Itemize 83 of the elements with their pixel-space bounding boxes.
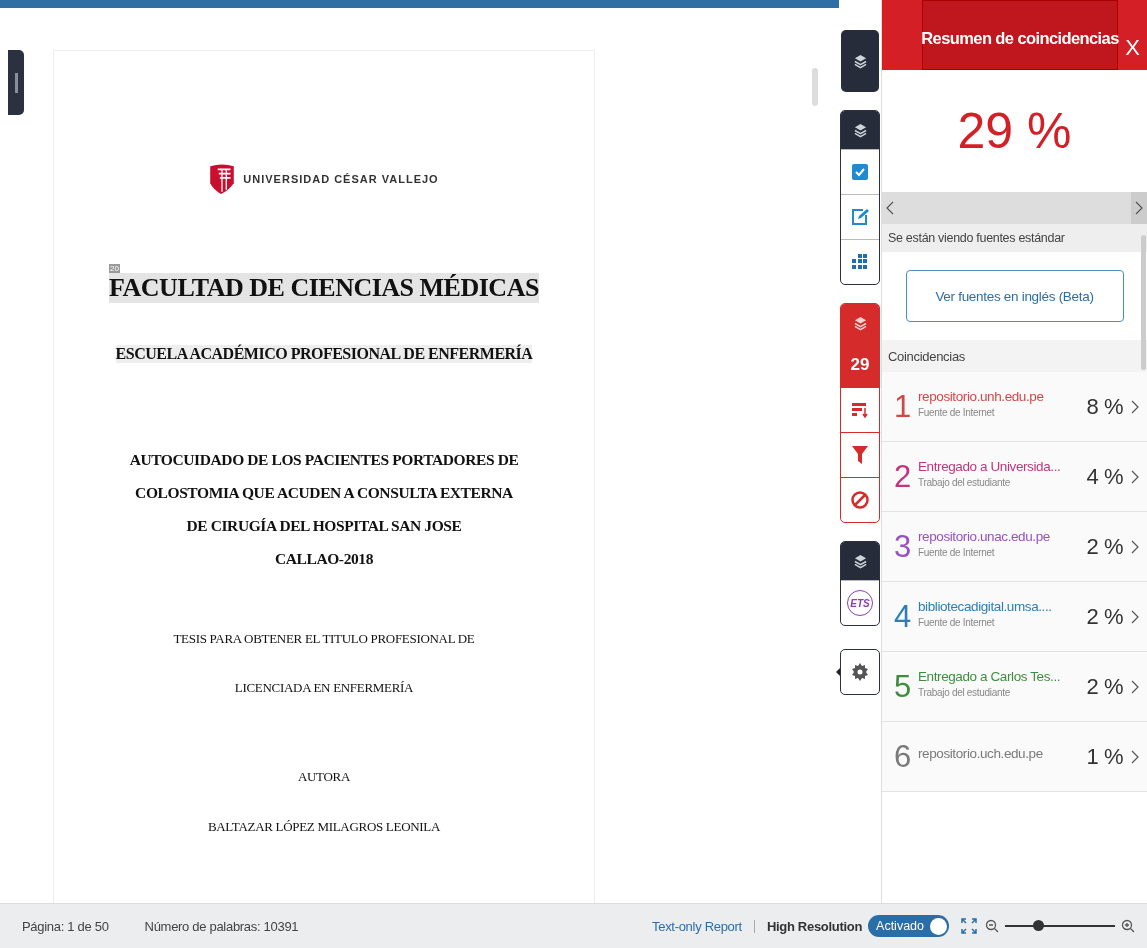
document-text-line: AUTORA [297,768,351,786]
source-type: Fuente de Internet [918,547,996,558]
match-percent: 2 % [1086,673,1123,700]
page-indicator: Página: 1 de 50 [22,918,109,934]
layers-icon [853,315,867,331]
chevron-left-icon [886,201,894,215]
scrollbar-thumb[interactable] [812,68,818,106]
match-count-button[interactable]: 29 [841,342,879,387]
chevron-right-icon [1131,399,1139,414]
match-row[interactable]: 4 bibliotecadigital.umsa.... Fuente de Internet 2 % [882,582,1147,652]
source-name: bibliotecadigital.umsa.... [918,599,1053,614]
zoom-slider-thumb[interactable] [1033,920,1044,931]
english-sources-button[interactable]: Ver fuentes en inglés (Beta) [905,270,1124,322]
school-heading: ESCUELA ACADÉMICO PROFESIONAL DE ENFERMERÍA [115,345,533,363]
resolution-toggle[interactable]: Activado [868,915,949,937]
pointer-icon [836,668,840,676]
grid-icon [852,254,868,270]
ban-icon [851,491,869,509]
match-number: 1 [894,388,913,425]
close-button[interactable]: X [1118,0,1147,70]
similarity-score: 29 % [957,102,1072,160]
document-text-line: LICENCIADA EN ENFERMERÍA [233,679,415,697]
thesis-title-line: AUTOCUIDADO DE LOS PACIENTES PORTADORES DE [129,450,519,470]
match-row[interactable]: 5 Entregado a Carlos Tes... Trabajo del estudiante 2 % [882,652,1147,722]
match-row[interactable]: 2 Entregado a Universida... Trabajo del estudiante 4 % [882,442,1147,512]
layers-button[interactable] [841,111,879,149]
section-header: Coincidencias [882,340,1147,372]
chevron-right-icon [1131,539,1139,554]
source-name: repositorio.uch.edu.pe [918,746,1044,761]
match-number: 5 [894,668,913,705]
source-type: Fuente de Internet [918,617,996,628]
match-number: 3 [894,528,913,565]
document-text-line: TESIS PARA OBTENER EL TITULO PROFESIONAL DE [173,630,475,648]
match-number: 4 [894,598,913,635]
source-type: Trabajo del estudiante [918,687,1011,698]
university-name: UNIVERSIDAD CÉSAR VALLEJO [243,173,439,185]
thesis-title-line: COLOSTOMIA QUE ACUDEN A CONSULTA EXTERNA [134,483,514,503]
match-number: 6 [894,738,913,775]
sort-icon [852,402,868,418]
match-number: 2 [894,458,913,495]
zoom-in-icon [1121,919,1135,933]
panel-scrollbar[interactable] [1141,235,1146,370]
chevron-right-icon [1131,609,1139,624]
panel-title: Resumen de coincidencias [922,0,1118,70]
source-name: repositorio.unac.edu.pe [918,529,1051,544]
layers-button[interactable] [841,30,879,92]
filter-icon [852,446,868,464]
layers-icon [853,553,867,569]
faculty-heading: FACULTAD DE CIENCIAS MÉDICAS [109,273,539,303]
source-name: Entregado a Universida... [918,459,1062,474]
chevron-right-icon [1135,201,1143,215]
match-percent: 1 % [1086,743,1123,770]
ets-button[interactable]: ETS [841,580,879,625]
thesis-title-line: CALLAO-2018 [273,549,375,569]
document-text-line: BALTAZAR LÓPEZ MILAGROS LEONILA [207,818,441,836]
source-type: Fuente de Internet [918,407,996,418]
zoom-out-icon [985,919,999,933]
layers-button[interactable] [841,542,879,580]
match-percent: 2 % [1086,533,1123,560]
source-type: Trabajo del estudiante [918,477,1011,488]
fullscreen-icon [961,918,977,934]
match-percent: 2 % [1086,603,1123,630]
chevron-right-icon [1131,749,1139,764]
edit-icon [851,208,869,226]
next-button[interactable] [1131,192,1147,224]
source-name: Entregado a Carlos Tes... [918,669,1062,684]
shield-logo-icon [209,164,236,194]
gear-icon [851,663,869,681]
sidebar-handle[interactable] [8,50,24,115]
chevron-right-icon [1131,469,1139,484]
checkbox-icon [852,164,868,180]
layers-icon [853,122,867,138]
match-row[interactable]: 6 repositorio.uch.edu.pe 1 % [882,722,1147,792]
chevron-right-icon [1131,679,1139,694]
match-percent: 8 % [1086,393,1123,420]
word-count: Número de palabras: 10391 [144,918,299,934]
resolution-label: High Resolution [766,918,863,934]
text-only-report-link[interactable]: Text-only Report [652,918,742,934]
thesis-title-line: DE CIRUGÍA DEL HOSPITAL SAN JOSE [185,516,463,536]
layers-icon [853,53,867,69]
source-name: repositorio.unh.edu.pe [918,389,1045,404]
match-percent: 4 % [1086,463,1123,490]
source-notice: Se están viendo fuentes estándar [882,224,1147,252]
